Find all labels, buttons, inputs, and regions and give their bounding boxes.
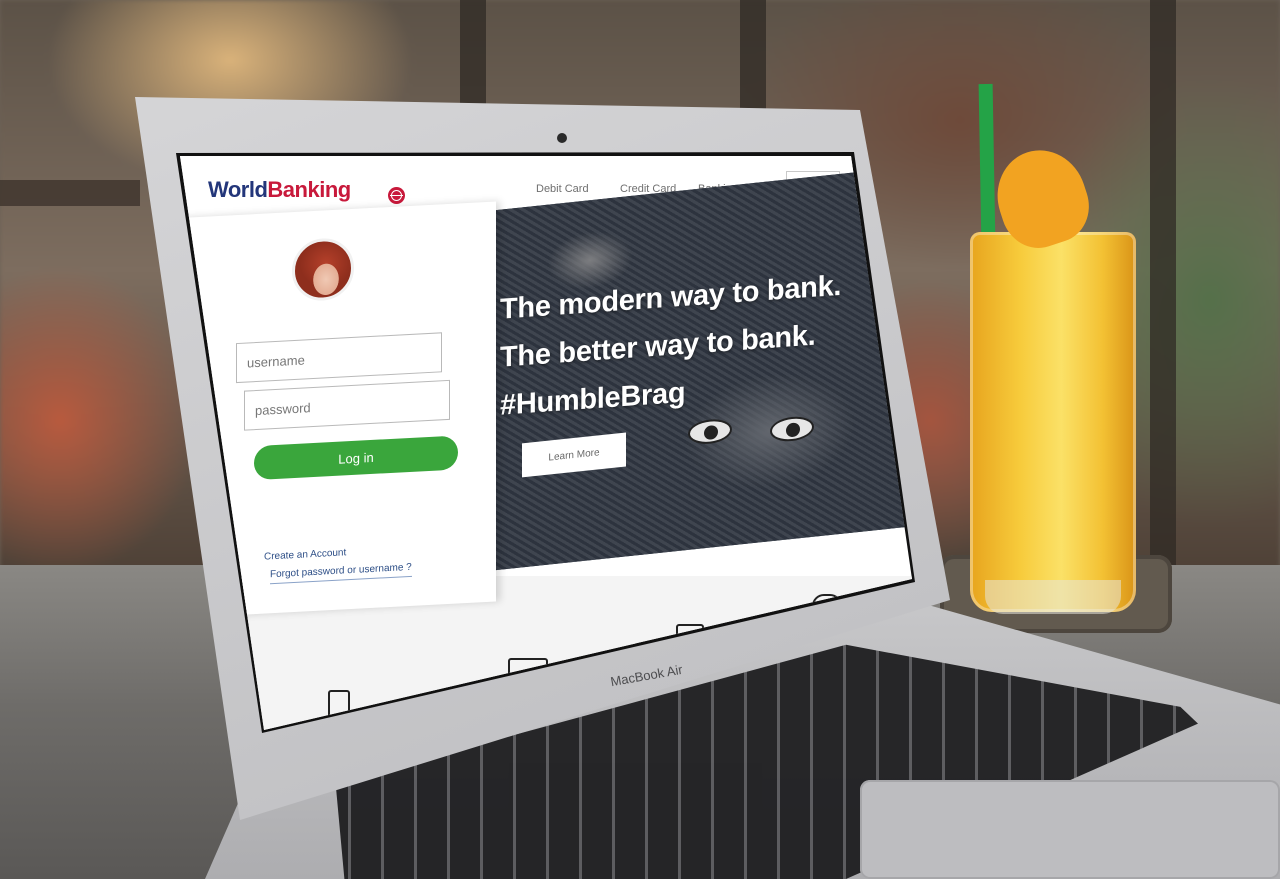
user-avatar: [292, 236, 354, 303]
username-input[interactable]: [236, 332, 442, 384]
window-frame: [1150, 0, 1176, 600]
brand-name-first: World: [208, 177, 268, 202]
globe-icon: [388, 187, 405, 204]
hero-headline: The modern way to bank. The better way t…: [500, 262, 841, 430]
webcam-icon: [557, 133, 567, 143]
straw: [978, 83, 996, 245]
brand-logo[interactable]: WorldBanking: [208, 177, 405, 204]
forgot-credentials-link[interactable]: Forgot password or username ?: [270, 561, 412, 585]
create-account-link[interactable]: Create an Account: [264, 547, 346, 562]
log-in-button[interactable]: Log in: [254, 435, 458, 481]
brand-name-second: Banking: [267, 177, 351, 202]
glass-base: [985, 580, 1121, 614]
juice-glass: [970, 232, 1136, 612]
password-input[interactable]: [244, 379, 450, 431]
hero-banner: The modern way to bank. The better way t…: [440, 166, 910, 576]
nav-link-debit-card[interactable]: Debit Card: [536, 183, 589, 195]
laptop-trackpad: [860, 780, 1280, 879]
shelf: [0, 180, 140, 206]
